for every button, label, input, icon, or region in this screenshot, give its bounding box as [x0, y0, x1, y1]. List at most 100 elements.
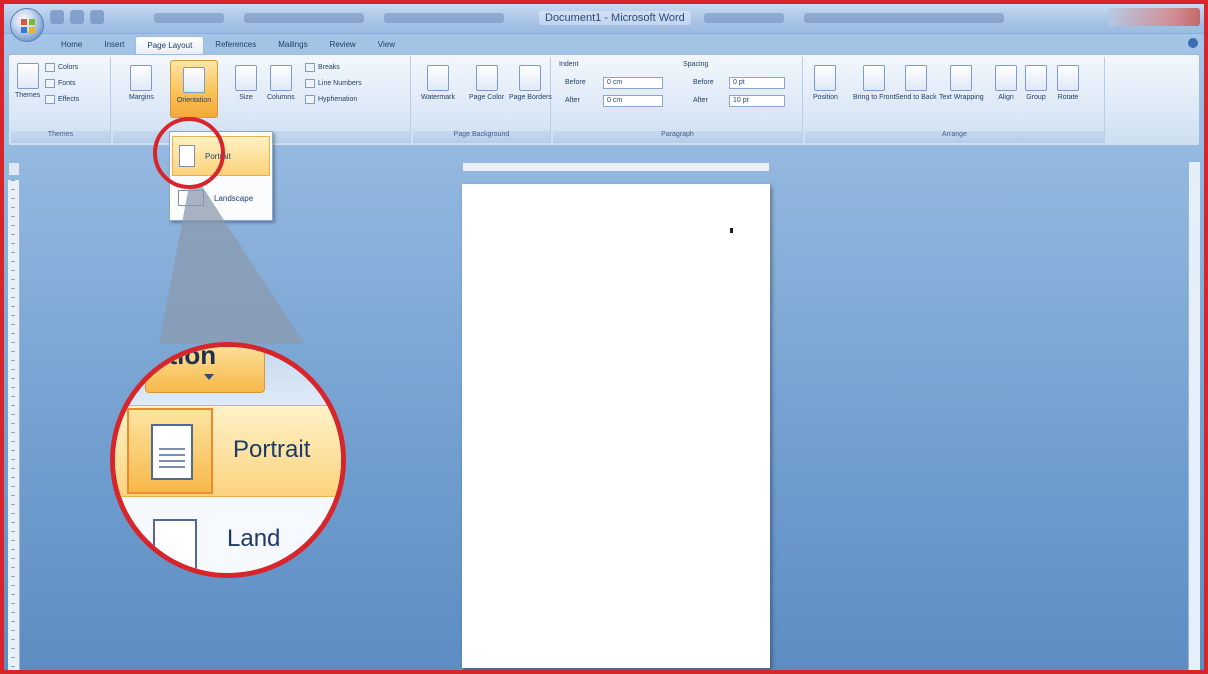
columns-label: Columns [267, 94, 295, 101]
title-bar-decoration [704, 13, 784, 23]
themes-label: Themes [15, 92, 41, 99]
landscape-label: Landscape [214, 193, 254, 203]
spacing-after-label: After [693, 97, 708, 104]
screenshot-frame: Document1 - Microsoft Word Home Insert P… [0, 0, 1208, 674]
chevron-down-icon [204, 374, 214, 380]
landscape-page-icon [178, 190, 204, 206]
page-background-group: Watermark Page Color Page Borders Page B… [413, 57, 552, 143]
tab-home[interactable]: Home [50, 36, 93, 54]
group-label: Group [1026, 94, 1046, 101]
hyphenation-icon [305, 95, 315, 104]
page-borders-label: Page Borders [509, 94, 552, 101]
tab-view[interactable]: View [367, 36, 406, 54]
colors-label: Colors [58, 64, 79, 71]
bring-to-front-icon [863, 65, 886, 91]
breaks-button[interactable]: Breaks [305, 63, 340, 72]
undo-icon[interactable] [70, 10, 84, 24]
hyphenation-button[interactable]: Hyphenation [305, 95, 357, 104]
office-logo-icon [21, 19, 35, 33]
columns-icon [269, 65, 292, 91]
indent-left-field[interactable]: 0 cm [603, 77, 663, 89]
help-icon[interactable] [1188, 38, 1198, 48]
zoom-portrait-label: Portrait [233, 436, 311, 463]
document-page[interactable] [462, 184, 770, 668]
send-to-back-button[interactable]: Send to Back [895, 65, 937, 101]
align-label: Align [998, 94, 1014, 101]
save-icon[interactable] [50, 10, 64, 24]
page-color-button[interactable]: Page Color [469, 65, 504, 101]
tab-mailings[interactable]: Mailings [267, 36, 318, 54]
breaks-icon [305, 63, 315, 72]
indent-left-label: Before [565, 79, 586, 86]
effects-label: Effects [58, 96, 80, 103]
spacing-label: Spacing [683, 61, 709, 68]
orientation-button[interactable]: Orientation [170, 60, 218, 118]
themes-group-label: Themes [11, 131, 110, 143]
size-button[interactable]: Size [235, 65, 257, 101]
page-borders-button[interactable]: Page Borders [509, 65, 552, 101]
highlight-circle [153, 117, 225, 189]
position-button[interactable]: Position [813, 65, 838, 101]
office-button[interactable] [10, 8, 44, 42]
window-controls[interactable] [1108, 8, 1200, 26]
title-bar-decoration [804, 13, 1004, 23]
fonts-button[interactable]: Fonts [45, 79, 76, 88]
hyphenation-label: Hyphenation [318, 96, 358, 103]
quick-access-toolbar [50, 10, 104, 24]
page-borders-icon [519, 65, 542, 91]
spacing-after-field[interactable]: 10 pt [729, 95, 785, 107]
page-color-icon [475, 65, 498, 91]
text-cursor [730, 228, 733, 233]
align-icon [995, 65, 1017, 91]
orientation-icon [183, 67, 205, 93]
rotate-icon [1057, 65, 1079, 91]
text-wrapping-label: Text Wrapping [939, 94, 984, 101]
themes-button[interactable]: Themes [15, 63, 40, 99]
tab-references[interactable]: References [204, 36, 267, 54]
paragraph-group: Indent Spacing Before 0 cm After 0 cm Be… [553, 57, 803, 143]
send-to-back-label: Send to Back [895, 94, 937, 101]
title-bar-decoration [244, 13, 364, 23]
indent-right-label: After [565, 97, 580, 104]
redo-icon[interactable] [90, 10, 104, 24]
fonts-label: Fonts [58, 80, 76, 87]
vertical-ruler [8, 180, 20, 670]
watermark-icon [426, 65, 449, 91]
tab-review[interactable]: Review [319, 36, 367, 54]
effects-button[interactable]: Effects [45, 95, 79, 104]
indent-right-field[interactable]: 0 cm [603, 95, 663, 107]
ruler-toggle[interactable] [8, 162, 20, 176]
spacing-before-field[interactable]: 0 pt [729, 77, 785, 89]
bring-to-front-button[interactable]: Bring to Front [853, 65, 895, 101]
colors-icon [45, 63, 55, 72]
vertical-scrollbar[interactable] [1188, 162, 1200, 670]
size-icon [235, 65, 257, 91]
zoom-orientation-text: ation [154, 342, 217, 370]
themes-group: Themes Colors Fonts Effects Themes [11, 57, 111, 143]
tab-insert[interactable]: Insert [93, 36, 135, 54]
breaks-label: Breaks [318, 64, 340, 71]
rotate-button[interactable]: Rotate [1057, 65, 1079, 101]
margins-button[interactable]: Margins [129, 65, 154, 101]
columns-button[interactable]: Columns [267, 65, 295, 101]
arrange-group-label: Arrange [805, 131, 1104, 143]
fonts-icon [45, 79, 55, 88]
tab-page-layout[interactable]: Page Layout [135, 36, 205, 54]
position-label: Position [813, 94, 838, 101]
line-numbers-button[interactable]: Line Numbers [305, 79, 362, 88]
orientation-label: Orientation [176, 97, 212, 104]
margins-icon [130, 65, 153, 91]
horizontal-ruler[interactable] [462, 162, 770, 172]
arrange-group: Position Bring to Front Send to Back Tex… [805, 57, 1105, 143]
group-button[interactable]: Group [1025, 65, 1047, 101]
send-to-back-icon [904, 65, 927, 91]
colors-button[interactable]: Colors [45, 63, 78, 72]
text-wrapping-button[interactable]: Text Wrapping [939, 65, 984, 101]
watermark-button[interactable]: Watermark [421, 65, 455, 101]
zoom-callout: ation Portrait Land [110, 342, 346, 578]
align-button[interactable]: Align [995, 65, 1017, 101]
line-numbers-label: Line Numbers [318, 80, 362, 87]
title-bar-decoration [384, 13, 504, 23]
themes-icon [16, 63, 39, 89]
window-title: Document1 - Microsoft Word [539, 11, 691, 25]
